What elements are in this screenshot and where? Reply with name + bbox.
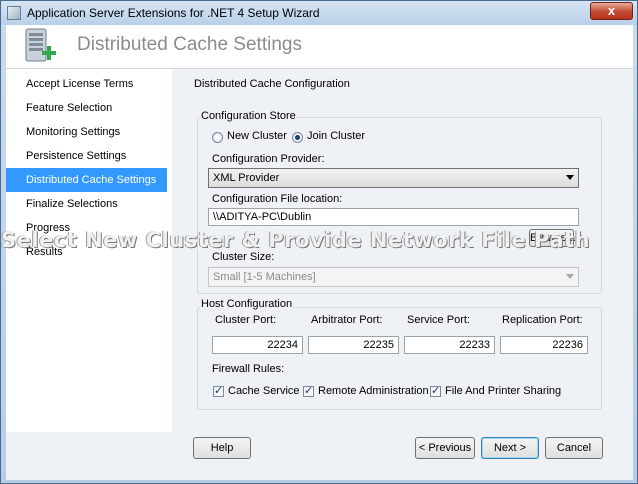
join-cluster-radio[interactable]: [292, 132, 303, 143]
configuration-file-location-label: Configuration File location:: [212, 193, 343, 205]
join-cluster-text: Join Cluster: [307, 130, 366, 142]
file-and-printer-sharing-label[interactable]: File And Printer Sharing: [445, 385, 561, 397]
sidebar-item-persistence-settings[interactable]: Persistence Settings: [6, 144, 167, 168]
app-icon: [7, 6, 21, 20]
service-port-input[interactable]: 22233: [404, 336, 495, 354]
join-cluster-label[interactable]: Join Cluster: [307, 130, 365, 142]
configuration-provider-dropdown[interactable]: XML Provider: [208, 168, 579, 188]
firewall-rules-label: Firewall Rules:: [212, 363, 285, 375]
cluster-size-value: Small [1-5 Machines]: [213, 271, 316, 283]
configuration-store-label: Configuration Store: [200, 110, 297, 122]
help-button[interactable]: Help: [193, 437, 251, 459]
arbitrator-port-label: Arbitrator Port:: [311, 314, 383, 326]
next-button[interactable]: Next >: [481, 437, 539, 459]
wizard-header: Distributed Cache Settings: [6, 25, 633, 69]
service-port-label: Service Port:: [407, 314, 470, 326]
replication-port-input[interactable]: 22236: [500, 336, 588, 354]
sidebar-item-distributed-cache-settings[interactable]: Distributed Cache Settings: [6, 168, 167, 192]
cache-service-label[interactable]: Cache Service: [228, 385, 300, 397]
configuration-provider-value: XML Provider: [213, 172, 280, 184]
cluster-port-label: Cluster Port:: [215, 314, 277, 326]
close-button[interactable]: x: [590, 2, 633, 20]
cache-service-checkbox[interactable]: [213, 384, 224, 397]
previous-button[interactable]: < Previous: [415, 437, 475, 459]
replication-port-label: Replication Port:: [502, 314, 583, 326]
host-configuration-label: Host Configuration: [200, 298, 294, 310]
new-cluster-label[interactable]: New Cluster: [227, 130, 287, 142]
file-and-printer-sharing-checkbox[interactable]: [430, 384, 441, 397]
new-cluster-radio[interactable]: [212, 132, 223, 143]
window-title: Application Server Extensions for .NET 4…: [27, 6, 320, 20]
setup-wizard-window: Application Server Extensions for .NET 4…: [0, 0, 638, 484]
cluster-size-label: Cluster Size:: [212, 251, 275, 263]
sidebar-item-feature-selection[interactable]: Feature Selection: [6, 96, 167, 120]
chevron-down-icon: [566, 274, 574, 279]
page-title: Distributed Cache Settings: [77, 34, 302, 55]
cancel-button[interactable]: Cancel: [545, 437, 603, 459]
cluster-size-dropdown[interactable]: Small [1-5 Machines]: [208, 267, 579, 287]
annotation-overlay: Select New Cluster & Provide Network Fil…: [1, 228, 591, 252]
sidebar-item-finalize-selections[interactable]: Finalize Selections: [6, 192, 167, 216]
cluster-port-input[interactable]: 22234: [212, 336, 303, 354]
arbitrator-port-input[interactable]: 22235: [308, 336, 399, 354]
title-bar[interactable]: Application Server Extensions for .NET 4…: [1, 1, 637, 25]
chevron-down-icon: [566, 175, 574, 180]
configuration-file-location-input[interactable]: \\ADITYA-PC\Dublin: [208, 208, 579, 226]
remote-administration-label[interactable]: Remote Administration: [318, 385, 429, 397]
section-title: Distributed Cache Configuration: [194, 78, 350, 90]
remote-administration-checkbox[interactable]: [303, 384, 314, 397]
sidebar-item-accept-license-terms[interactable]: Accept License Terms: [6, 72, 167, 96]
new-cluster-text: New Cluster: [227, 130, 287, 142]
wizard-footer: Help < Previous Next > Cancel: [6, 432, 633, 480]
configuration-provider-label: Configuration Provider:: [212, 153, 325, 165]
server-setup-icon: [25, 28, 56, 62]
sidebar-item-monitoring-settings[interactable]: Monitoring Settings: [6, 120, 167, 144]
